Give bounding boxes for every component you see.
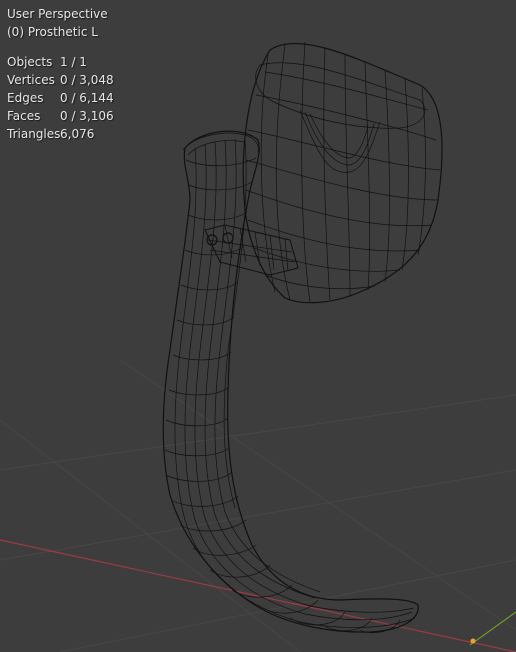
stat-label-edges: Edges: [7, 91, 44, 105]
floor-grid: [0, 359, 516, 652]
3d-viewport[interactable]: User Perspective (0) Prosthetic L Object…: [0, 0, 516, 652]
viewport-overlay: User Perspective (0) Prosthetic L Object…: [7, 5, 114, 143]
stat-label-triangles: Triangles: [7, 127, 61, 141]
stat-value-vertices: 0 / 3,048: [60, 73, 114, 87]
stat-value-objects: 1 / 1: [60, 55, 87, 69]
stat-value-faces: 0 / 3,106: [60, 109, 114, 123]
y-axis-line: [469, 611, 516, 646]
x-axis-line: [0, 539, 516, 652]
stat-value-edges: 0 / 6,144: [60, 91, 114, 105]
stat-label-objects: Objects: [7, 55, 53, 69]
stat-label-vertices: Vertices: [7, 73, 55, 87]
active-object-name: (0) Prosthetic L: [7, 25, 98, 39]
scene-statistics: Objects 1 / 1 Vertices 0 / 3,048 Edges 0…: [7, 53, 114, 143]
prosthetic-mesh[interactable]: [162, 41, 443, 634]
view-name: User Perspective: [7, 7, 108, 21]
stat-label-faces: Faces: [7, 109, 41, 123]
world-origin-marker: [470, 638, 476, 644]
stat-value-triangles: 6,076: [60, 127, 95, 141]
